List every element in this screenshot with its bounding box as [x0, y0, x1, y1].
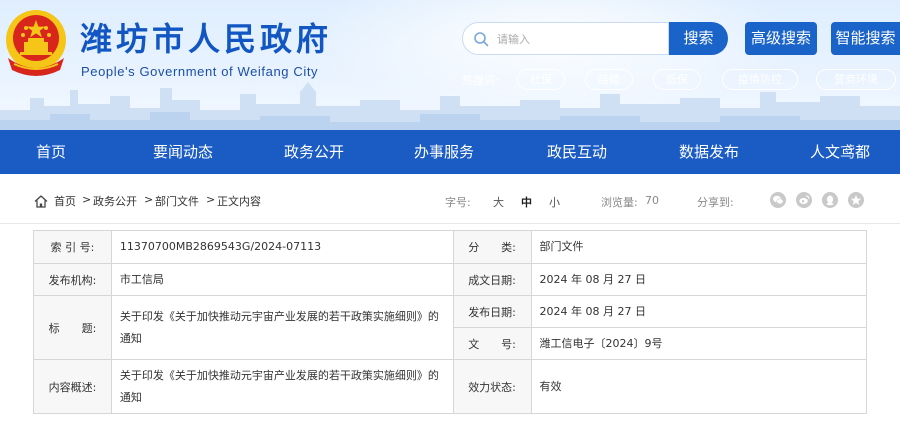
- search-input[interactable]: [497, 31, 657, 47]
- site-header: 潍坊市人民政府 People's Government of Weifang C…: [0, 0, 900, 130]
- font-size-label: 字号:: [445, 196, 471, 209]
- search-button[interactable]: 搜索: [669, 22, 728, 55]
- category-label: 分 类:: [452, 230, 532, 264]
- search-icon: [474, 32, 489, 47]
- table-row: 发布机构: 市工信局 成文日期: 2024 年 08 月 27 日: [33, 263, 867, 296]
- hot-tag-marriage[interactable]: 结婚: [585, 69, 633, 90]
- main-nav: 首页 要闻动态 政务公开 办事服务 政民互动 数据发布 人文鸢都: [0, 130, 900, 174]
- nav-item-news[interactable]: 要闻动态: [153, 130, 213, 174]
- document-number-value: 潍工信电子〔2024〕9号: [530, 327, 867, 360]
- breadcrumb-separator: >: [206, 193, 216, 206]
- breadcrumb-current: 正文内容: [217, 195, 261, 208]
- nav-item-culture[interactable]: 人文鸢都: [810, 130, 870, 174]
- publish-date-value: 2024 年 08 月 27 日: [530, 295, 867, 328]
- summary-label: 内容概述:: [33, 359, 112, 414]
- nav-item-interaction[interactable]: 政民互动: [547, 130, 607, 174]
- document-number-label: 文 号:: [452, 327, 532, 360]
- hot-tag-epidemic-control[interactable]: 疫情防控: [722, 69, 798, 90]
- category-value: 部门文件: [530, 230, 867, 264]
- publisher-value: 市工信局: [110, 263, 454, 296]
- breadcrumb-separator: >: [144, 193, 154, 206]
- written-date-value: 2024 年 08 月 27 日: [530, 263, 867, 296]
- table-row: 内容概述: 关于印发《关于加快推动元宇宙产业发展的若干政策实施细则》的通知 效力…: [33, 359, 867, 414]
- title-label: 标 题:: [33, 295, 112, 360]
- hot-tag-subsistence[interactable]: 低保: [653, 69, 701, 90]
- hot-search-label: 热搜词:: [462, 74, 499, 87]
- index-number-value: 11370700MB2869543G/2024-07113: [110, 230, 454, 264]
- font-size-large-button[interactable]: 大: [493, 194, 504, 210]
- table-row: 标 题: 关于印发《关于加快推动元宇宙产业发展的若干政策实施细则》的通知 发布日…: [33, 295, 867, 360]
- qzone-icon[interactable]: [848, 192, 864, 208]
- views-count: 70: [645, 194, 659, 207]
- publish-date-label: 发布日期:: [452, 295, 532, 328]
- views-label: 浏览量:: [601, 196, 638, 209]
- search-box: [462, 22, 669, 55]
- written-date-label: 成文日期:: [452, 263, 532, 296]
- wechat-icon[interactable]: [770, 192, 786, 208]
- smart-search-button[interactable]: 智能搜索: [831, 22, 900, 55]
- qq-icon[interactable]: [822, 192, 838, 208]
- publisher-label: 发布机构:: [33, 263, 112, 296]
- breadcrumb-separator: >: [82, 193, 92, 206]
- font-size-small-button[interactable]: 小: [549, 194, 560, 210]
- hot-tag-social-security[interactable]: 社保: [517, 69, 565, 90]
- site-title: 潍坊市人民政府: [80, 20, 333, 58]
- site-subtitle: People's Government of Weifang City: [81, 64, 319, 79]
- document-info-table: 索 引 号: 11370700MB2869543G/2024-07113 分 类…: [33, 230, 867, 414]
- breadcrumb-bar: 首页 > 政务公开 > 部门文件 > 正文内容 字号: 大 中 小 浏览量: 7…: [0, 180, 900, 224]
- title-value: 关于印发《关于加快推动元宇宙产业发展的若干政策实施细则》的通知: [110, 295, 454, 360]
- table-row: 索 引 号: 11370700MB2869543G/2024-07113 分 类…: [33, 230, 867, 264]
- nav-item-gov-affairs[interactable]: 政务公开: [284, 130, 344, 174]
- nav-item-services[interactable]: 办事服务: [414, 130, 474, 174]
- nav-item-data-release[interactable]: 数据发布: [679, 130, 739, 174]
- summary-value: 关于印发《关于加快推动元宇宙产业发展的若干政策实施细则》的通知: [110, 359, 454, 414]
- validity-value: 有效: [530, 359, 867, 414]
- share-label: 分享到:: [697, 196, 734, 209]
- home-icon[interactable]: [34, 195, 48, 208]
- breadcrumb-home[interactable]: 首页: [54, 193, 76, 209]
- weibo-icon[interactable]: [796, 192, 812, 208]
- hot-tag-business-environment[interactable]: 营商环境: [816, 69, 896, 90]
- advanced-search-button[interactable]: 高级搜索: [745, 22, 817, 55]
- validity-label: 效力状态:: [452, 359, 532, 414]
- nav-item-home[interactable]: 首页: [36, 130, 66, 174]
- index-number-label: 索 引 号:: [33, 230, 112, 264]
- font-size-medium-button[interactable]: 中: [521, 194, 532, 210]
- breadcrumb-dept-files[interactable]: 部门文件: [155, 193, 199, 209]
- national-emblem-logo: [6, 10, 66, 76]
- breadcrumb-gov-affairs[interactable]: 政务公开: [93, 193, 137, 209]
